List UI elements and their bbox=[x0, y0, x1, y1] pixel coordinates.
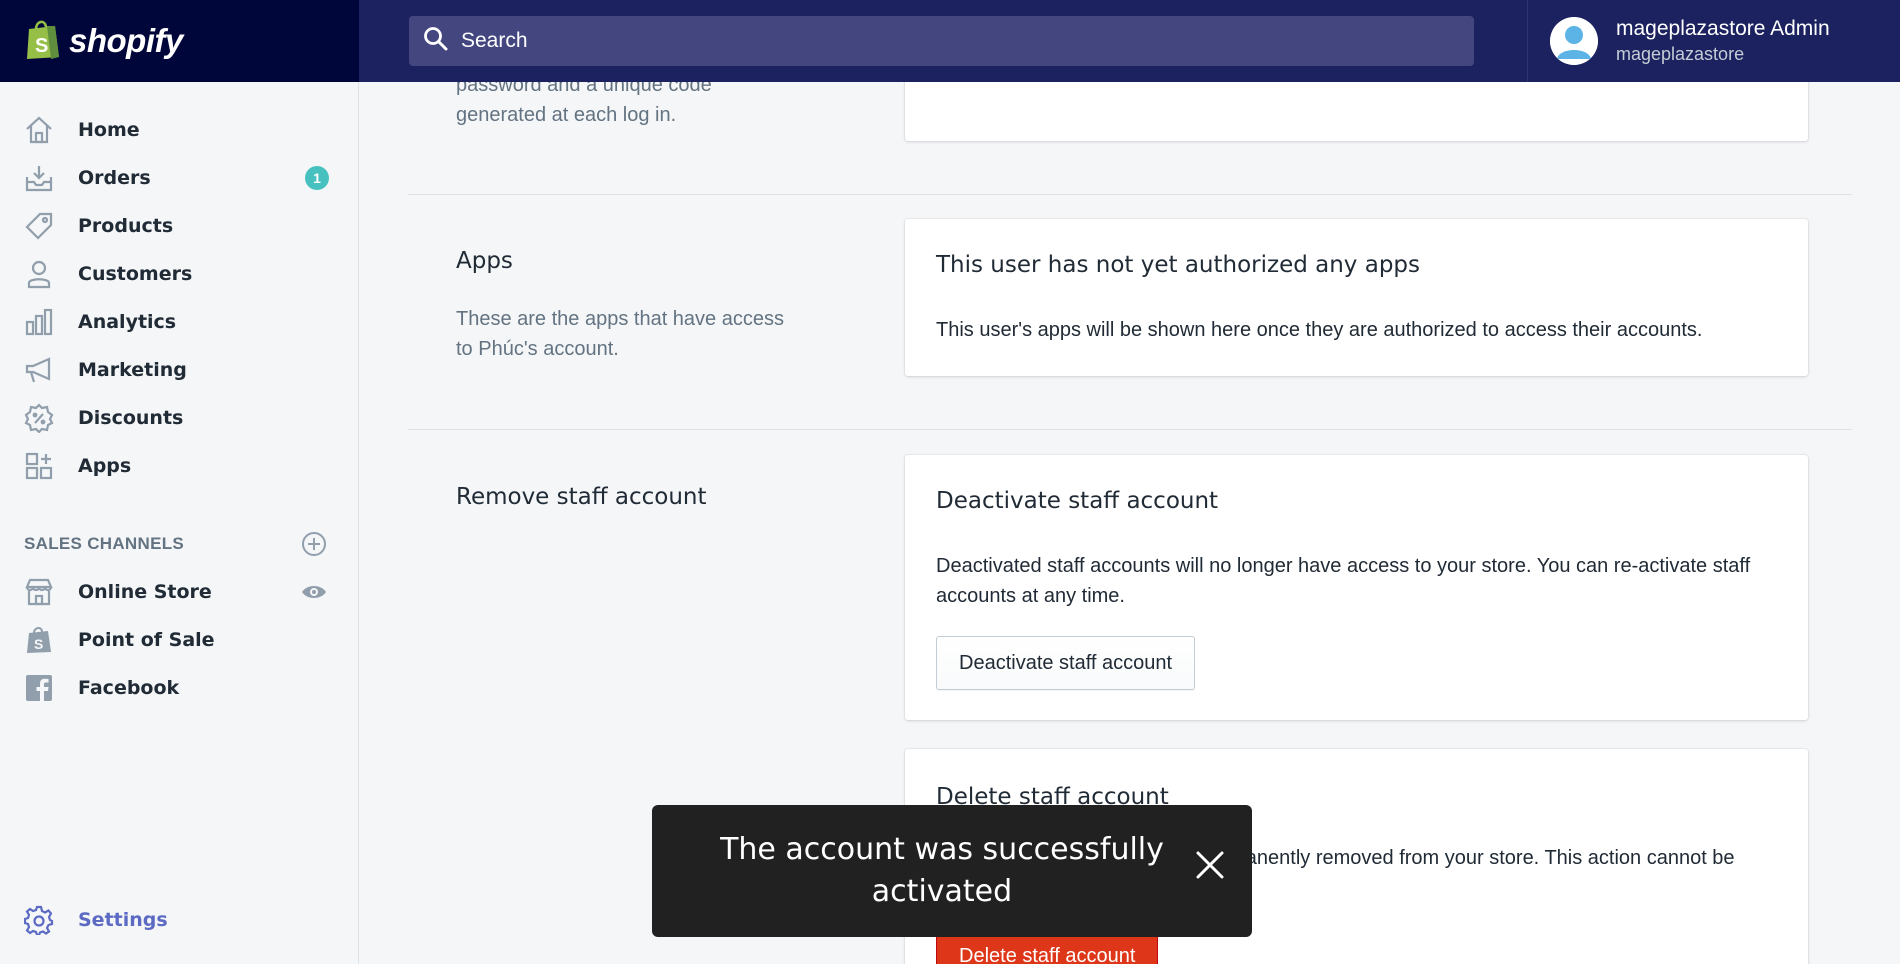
deactivate-title: Deactivate staff account bbox=[936, 488, 1219, 514]
sidebar-item-discounts[interactable]: Discounts bbox=[0, 394, 359, 442]
sidebar-label: Point of Sale bbox=[78, 629, 215, 651]
search-area: Search bbox=[359, 0, 1527, 82]
deactivate-text: Deactivated staff accounts will no longe… bbox=[936, 555, 1751, 607]
close-icon[interactable] bbox=[1194, 849, 1226, 881]
sidebar-label: Customers bbox=[78, 263, 193, 285]
sidebar-item-marketing[interactable]: Marketing bbox=[0, 346, 359, 394]
desc-line: generated at each log in. bbox=[456, 104, 677, 126]
sidebar-label: Discounts bbox=[78, 407, 184, 429]
sidebar-item-online-store[interactable]: Online Store bbox=[0, 568, 359, 616]
person-icon bbox=[22, 257, 56, 291]
sidebar-label: Marketing bbox=[78, 359, 187, 381]
sidebar-label: Home bbox=[78, 119, 140, 141]
apps-icon bbox=[22, 449, 56, 483]
sidebar-label: Products bbox=[78, 215, 174, 237]
shopify-bag-icon: S bbox=[25, 17, 61, 66]
sidebar-item-customers[interactable]: Customers bbox=[0, 250, 359, 298]
sidebar-label: Settings bbox=[78, 909, 168, 931]
search-icon bbox=[423, 26, 449, 57]
add-channel-icon[interactable] bbox=[300, 530, 328, 563]
sidebar-item-facebook[interactable]: Facebook bbox=[0, 664, 359, 712]
store-icon bbox=[22, 575, 56, 609]
apps-section-title: Apps bbox=[456, 248, 513, 274]
apps-card-title: This user has not yet authorized any app… bbox=[936, 252, 1421, 278]
discount-icon bbox=[22, 401, 56, 435]
shopify-logo[interactable]: S shopify bbox=[25, 17, 183, 66]
sidebar-item-home[interactable]: Home bbox=[0, 106, 359, 154]
success-toast: The account was successfully activated bbox=[652, 805, 1252, 937]
pos-bag-icon: S bbox=[22, 623, 56, 657]
svg-text:S: S bbox=[34, 636, 43, 652]
tag-icon bbox=[22, 209, 56, 243]
sidebar-item-apps[interactable]: Apps bbox=[0, 442, 359, 490]
facebook-icon bbox=[22, 671, 56, 705]
brand-area: S shopify bbox=[0, 0, 359, 82]
apps-card-text: This user's apps will be shown here once… bbox=[936, 319, 1703, 341]
orders-count-badge: 1 bbox=[305, 166, 329, 190]
gear-icon bbox=[22, 903, 56, 937]
sidebar-label: Analytics bbox=[78, 311, 177, 333]
account-store: mageplazastore bbox=[1616, 44, 1745, 64]
sidebar: Home Orders 1 Products Customers Analyti… bbox=[0, 82, 359, 964]
sidebar-item-products[interactable]: Products bbox=[0, 202, 359, 250]
sidebar-item-orders[interactable]: Orders 1 bbox=[0, 154, 359, 202]
sidebar-item-settings[interactable]: Settings bbox=[0, 896, 359, 944]
search-input[interactable]: Search bbox=[409, 16, 1474, 66]
apps-card: This user has not yet authorized any app… bbox=[905, 219, 1808, 376]
account-text: mageplazastore Admin mageplazastore bbox=[1616, 17, 1830, 65]
account-name: mageplazastore Admin bbox=[1616, 17, 1830, 40]
sidebar-label: Apps bbox=[78, 455, 132, 477]
bar-chart-icon bbox=[22, 305, 56, 339]
home-icon bbox=[22, 113, 56, 147]
deactivate-staff-button[interactable]: Deactivate staff account bbox=[936, 636, 1196, 690]
sales-channels-heading: SALES CHANNELS bbox=[24, 534, 185, 553]
sidebar-label: Online Store bbox=[78, 581, 212, 603]
sidebar-label: Facebook bbox=[78, 677, 180, 699]
brand-wordmark: shopify bbox=[69, 22, 183, 59]
account-menu[interactable]: mageplazastore Admin mageplazastore bbox=[1527, 0, 1900, 82]
apps-section-desc: These are the apps that have access to P… bbox=[456, 308, 784, 360]
two-step-card bbox=[905, 82, 1808, 141]
section-divider bbox=[408, 429, 1852, 430]
sidebar-label: Orders bbox=[78, 167, 151, 189]
sidebar-item-point-of-sale[interactable]: S Point of Sale bbox=[0, 616, 359, 664]
avatar bbox=[1550, 17, 1598, 65]
svg-text:S: S bbox=[35, 35, 48, 57]
desc-line: password and a unique code bbox=[456, 82, 712, 96]
deactivate-card: Deactivate staff account Deactivated sta… bbox=[905, 455, 1808, 720]
toast-message: The account was successfully activated bbox=[720, 832, 1164, 909]
remove-section-title: Remove staff account bbox=[456, 484, 707, 510]
orders-icon bbox=[22, 161, 56, 195]
megaphone-icon bbox=[22, 353, 56, 387]
top-bar: S shopify Search mageplazastore Admin ma… bbox=[0, 0, 1900, 82]
search-placeholder: Search bbox=[461, 29, 528, 52]
sidebar-item-analytics[interactable]: Analytics bbox=[0, 298, 359, 346]
view-store-eye-icon[interactable] bbox=[300, 578, 328, 611]
section-divider bbox=[408, 194, 1852, 195]
two-step-desc: password and a unique code generated at … bbox=[456, 82, 756, 130]
